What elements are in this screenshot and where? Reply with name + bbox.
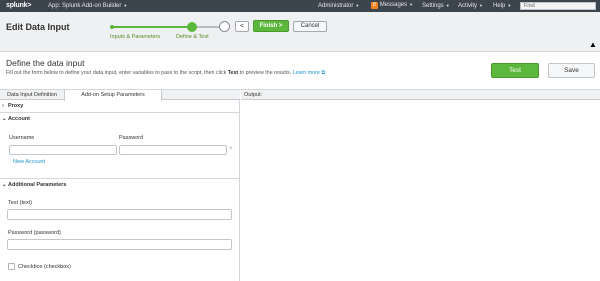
page-header: Edit Data Input Inputs & Parameters Defi… bbox=[0, 12, 600, 52]
divider bbox=[0, 112, 240, 113]
chevron-down-icon: ▼ bbox=[445, 3, 450, 8]
chevron-down-icon: ⌄ bbox=[2, 116, 7, 122]
password-label: Password bbox=[119, 135, 144, 141]
wizard-step-2-dot bbox=[187, 22, 197, 32]
text-label: Text (text) bbox=[8, 200, 33, 206]
test-button[interactable]: Test bbox=[491, 63, 539, 78]
finish-button[interactable]: Finish > bbox=[253, 20, 289, 32]
parameters-pane: Data Input Definition Add-on Setup Param… bbox=[0, 90, 240, 281]
tab-add-on-setup-parameters[interactable]: Add-on Setup Parameters bbox=[64, 90, 162, 101]
password-param-field[interactable] bbox=[7, 239, 232, 250]
proxy-section-header[interactable]: › Proxy bbox=[0, 103, 240, 109]
find-input[interactable]: Find bbox=[520, 2, 596, 10]
chevron-down-icon: ▼ bbox=[355, 3, 360, 8]
tab-data-input-definition[interactable]: Data Input Definition bbox=[0, 90, 64, 100]
page-title: Edit Data Input bbox=[6, 22, 70, 32]
output-pane: Output: bbox=[241, 90, 600, 281]
administrator-menu[interactable]: Administrator ▼ bbox=[318, 3, 359, 9]
app-menu[interactable]: App: Splunk Add-on Builder ▼ bbox=[48, 3, 127, 9]
cancel-button[interactable]: Cancel bbox=[293, 21, 327, 32]
define-description: Fill out the form below to define your d… bbox=[6, 70, 326, 76]
additional-parameters-section-header[interactable]: ⌄Additional Parameters bbox=[0, 182, 240, 188]
remove-icon[interactable]: × bbox=[229, 146, 233, 152]
chevron-right-icon: › bbox=[2, 103, 4, 109]
output-label: Output: bbox=[241, 90, 600, 100]
chevron-down-icon: ⌄ bbox=[2, 182, 7, 188]
define-title: Define the data input bbox=[6, 58, 85, 68]
splunk-logo[interactable]: splunk> bbox=[6, 2, 31, 9]
messages-count-badge: 8 bbox=[371, 2, 378, 9]
settings-menu[interactable]: Settings ▼ bbox=[422, 3, 450, 9]
top-navigation-bar: splunk> App: Splunk Add-on Builder ▼ Admi… bbox=[0, 0, 600, 12]
external-link-icon[interactable]: ⧉ bbox=[321, 70, 325, 76]
tab-bar: Data Input Definition Add-on Setup Param… bbox=[0, 90, 240, 101]
wizard-progress-complete bbox=[112, 26, 192, 28]
activity-menu[interactable]: Activity ▼ bbox=[458, 3, 483, 9]
checkbox-param[interactable] bbox=[8, 263, 15, 270]
username-label: Username bbox=[9, 135, 35, 141]
chevron-down-icon: ▼ bbox=[479, 3, 483, 8]
chevron-down-icon: ▼ bbox=[409, 2, 414, 7]
chevron-down-icon: ▼ bbox=[123, 3, 128, 8]
mouse-cursor-icon: ▲ bbox=[589, 40, 597, 49]
define-section: Define the data input Fill out the form … bbox=[0, 53, 600, 90]
previous-button[interactable]: < bbox=[235, 21, 249, 32]
help-menu[interactable]: Help ▼ bbox=[493, 3, 511, 9]
divider bbox=[0, 178, 240, 179]
checkbox-param-label: Checkbox (checkbox) bbox=[18, 264, 71, 270]
password-field[interactable] bbox=[119, 145, 227, 155]
messages-menu[interactable]: 8 Messages ▼ bbox=[371, 2, 413, 9]
chevron-down-icon: ▼ bbox=[507, 3, 512, 8]
wizard-step-1-dot bbox=[110, 25, 114, 29]
text-field[interactable] bbox=[7, 209, 232, 220]
wizard-step-3-dot bbox=[219, 21, 230, 32]
wizard-step-2-label: Define & Test bbox=[176, 34, 209, 40]
save-button[interactable]: Save bbox=[548, 63, 595, 78]
learn-more-link[interactable]: Learn more bbox=[293, 70, 320, 76]
new-account-link[interactable]: New Account bbox=[13, 159, 45, 165]
password-param-label: Password (password) bbox=[8, 230, 61, 236]
account-section-header[interactable]: ⌄Account bbox=[0, 116, 240, 122]
username-field[interactable] bbox=[9, 145, 117, 155]
wizard-step-1-label: Inputs & Parameters bbox=[110, 34, 161, 40]
